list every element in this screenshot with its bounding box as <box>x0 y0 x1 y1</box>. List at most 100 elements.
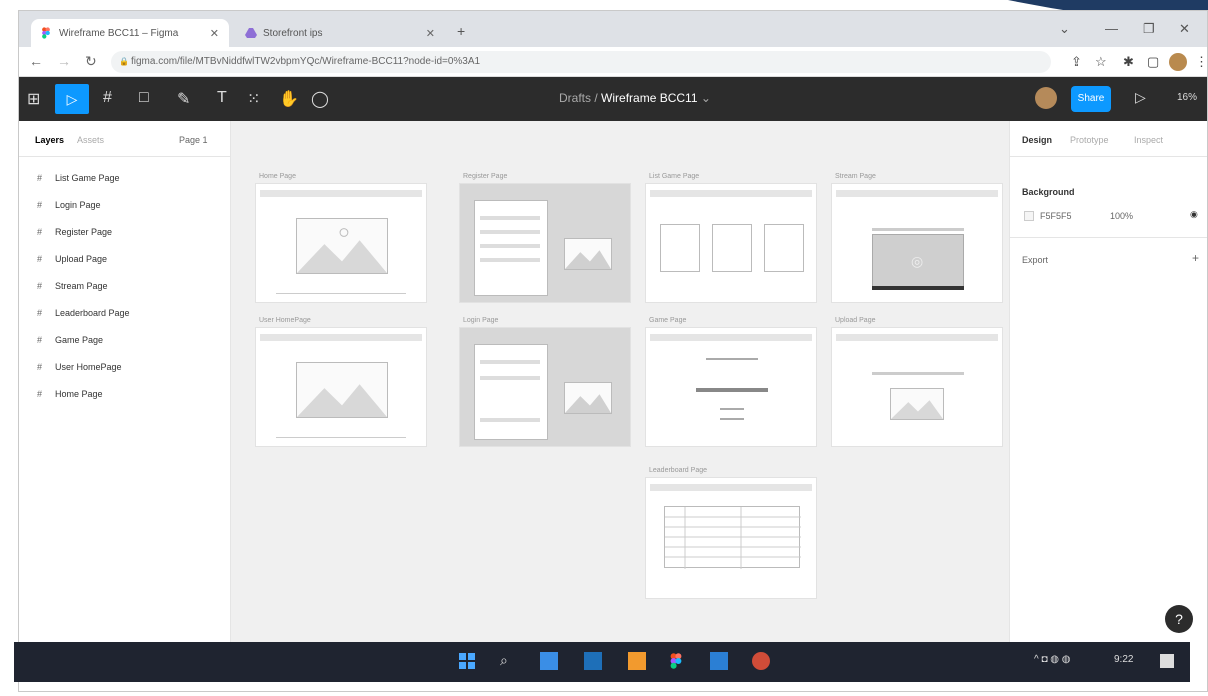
tab-search-icon[interactable]: ⌄ <box>1059 21 1070 37</box>
layer-game-page[interactable]: # Game Page <box>37 335 103 345</box>
video-player: ◎ <box>872 234 964 288</box>
layer-list-game-page[interactable]: # List Game Page <box>37 173 120 183</box>
figma-menu-icon[interactable]: ⊞ <box>27 89 40 109</box>
figma-canvas[interactable]: Home Page Register Page List Game Page S… <box>231 121 1009 653</box>
frame-user-homepage[interactable] <box>255 327 427 447</box>
layer-register-page[interactable]: # Register Page <box>37 227 112 237</box>
frame-label[interactable]: User HomePage <box>259 317 311 324</box>
background-color-swatch[interactable] <box>1024 211 1034 221</box>
frame-game-page[interactable] <box>645 327 817 447</box>
forward-arrow-icon[interactable]: → <box>57 53 71 69</box>
wireframe-input <box>480 418 540 422</box>
help-button[interactable]: ? <box>1165 605 1193 633</box>
frame-stream-page[interactable]: ◎ <box>831 183 1003 303</box>
app-icon[interactable] <box>628 652 646 670</box>
frame-label[interactable]: Upload Page <box>835 317 875 324</box>
extensions-icon[interactable]: ✱ <box>1123 54 1134 70</box>
browser-address-bar: ← → ↻ 🔒 figma.com/file/MTBvNiddfwlTW2vbp… <box>19 47 1207 77</box>
frame-label[interactable]: Stream Page <box>835 173 876 180</box>
wireframe-tabs <box>872 372 964 375</box>
hand-tool-icon[interactable]: ✋ <box>279 89 299 109</box>
frame-login-page[interactable] <box>459 327 631 447</box>
back-arrow-icon[interactable]: ← <box>29 53 43 69</box>
background-opacity-field[interactable]: 100% <box>1110 211 1133 221</box>
windows-start-icon[interactable] <box>458 652 476 670</box>
chevron-down-icon[interactable]: ⌄ <box>701 91 711 105</box>
eye-icon[interactable]: ◉ <box>1190 209 1198 220</box>
screenshot-frame: Wireframe BCC11 – Figma ✕ Storefront ips… <box>18 10 1208 692</box>
url-text: figma.com/file/MTBvNiddfwlTW2vbpmYQc/Wir… <box>131 56 481 67</box>
comment-tool-icon[interactable]: ◯ <box>311 89 329 109</box>
layer-upload-page[interactable]: # Upload Page <box>37 254 107 264</box>
star-icon[interactable]: ☆ <box>1095 54 1107 70</box>
sidebar-icon[interactable]: ▢ <box>1147 54 1159 70</box>
frame-register-page[interactable] <box>459 183 631 303</box>
file-name[interactable]: Wireframe BCC11 <box>601 91 697 105</box>
tab-prototype[interactable]: Prototype <box>1070 135 1109 145</box>
tab-assets[interactable]: Assets <box>77 135 104 145</box>
clock[interactable]: 9:22 <box>1114 654 1133 665</box>
zoom-level[interactable]: 16% <box>1177 92 1197 103</box>
page-selector[interactable]: Page 1 <box>179 135 208 145</box>
user-avatar[interactable] <box>1035 87 1057 109</box>
pen-tool-icon[interactable]: ✎ <box>177 89 190 109</box>
frame-label[interactable]: Register Page <box>463 173 507 180</box>
layer-label: Login Page <box>55 200 101 210</box>
menu-dots-icon[interactable]: ⋮ <box>1195 54 1207 70</box>
tab-inspect[interactable]: Inspect <box>1134 135 1163 145</box>
tab-figma[interactable]: Wireframe BCC11 – Figma ✕ <box>31 19 229 47</box>
profile-avatar[interactable] <box>1169 53 1187 71</box>
shape-tool-icon[interactable]: □ <box>139 89 149 107</box>
minimize-button[interactable]: — <box>1105 21 1118 36</box>
tab-design[interactable]: Design <box>1022 135 1052 145</box>
tab-layers[interactable]: Layers <box>35 135 64 145</box>
app-icon[interactable] <box>584 652 602 670</box>
layer-user-homepage[interactable]: # User HomePage <box>37 362 122 372</box>
close-icon[interactable]: ✕ <box>426 27 435 40</box>
layer-leaderboard-page[interactable]: # Leaderboard Page <box>37 308 130 318</box>
url-field[interactable]: 🔒 figma.com/file/MTBvNiddfwlTW2vbpmYQc/W… <box>111 51 1051 73</box>
search-icon[interactable]: ⌕ <box>500 652 518 670</box>
layer-stream-page[interactable]: # Stream Page <box>37 281 108 291</box>
drive-icon <box>245 27 257 39</box>
frame-leaderboard-page[interactable] <box>645 477 817 599</box>
share-button[interactable]: Share <box>1071 86 1111 112</box>
layer-login-page[interactable]: # Login Page <box>37 200 101 210</box>
export-section-title[interactable]: Export <box>1022 255 1048 265</box>
file-breadcrumb[interactable]: Drafts / Wireframe BCC11 ⌄ <box>559 91 711 105</box>
new-tab-button[interactable]: + <box>457 23 465 39</box>
chrome-icon[interactable] <box>752 652 770 670</box>
layer-label: User HomePage <box>55 362 122 372</box>
layer-home-page[interactable]: # Home Page <box>37 389 103 399</box>
frame-tool-icon[interactable]: # <box>103 89 112 107</box>
maximize-button[interactable]: ❐ <box>1143 21 1155 37</box>
resources-tool-icon[interactable]: ⁙ <box>247 89 260 109</box>
tab-storefront[interactable]: Storefront ips ✕ <box>235 19 445 47</box>
text-tool-icon[interactable]: T <box>217 89 227 107</box>
reload-icon[interactable]: ↻ <box>85 53 97 70</box>
frame-list-game-page[interactable] <box>645 183 817 303</box>
frame-label[interactable]: Game Page <box>649 317 686 324</box>
folder-name[interactable]: Drafts <box>559 91 591 105</box>
present-icon[interactable]: ▷ <box>1135 89 1146 106</box>
close-icon[interactable]: ✕ <box>210 27 219 40</box>
close-window-button[interactable]: ✕ <box>1179 21 1190 37</box>
frame-label[interactable]: Login Page <box>463 317 498 324</box>
notification-icon[interactable] <box>1160 654 1174 668</box>
frame-upload-page[interactable] <box>831 327 1003 447</box>
tray-icons[interactable]: ^ ◘ ◍ ◍ <box>1034 654 1071 665</box>
move-tool-icon[interactable]: ▷ <box>55 84 89 114</box>
share-page-icon[interactable]: ⇪ <box>1071 54 1082 70</box>
wireframe-heading <box>706 358 758 360</box>
figma-taskbar-icon[interactable] <box>670 652 688 670</box>
wireframe-input <box>480 360 540 364</box>
vscode-icon[interactable] <box>710 652 728 670</box>
add-export-icon[interactable]: + <box>1192 251 1199 265</box>
file-explorer-icon[interactable] <box>540 652 558 670</box>
frame-label[interactable]: List Game Page <box>649 173 699 180</box>
frame-label[interactable]: Home Page <box>259 173 296 180</box>
figma-icon <box>41 27 51 39</box>
background-hex-field[interactable]: F5F5F5 <box>1040 211 1072 221</box>
frame-home-page[interactable] <box>255 183 427 303</box>
frame-label[interactable]: Leaderboard Page <box>649 467 707 474</box>
